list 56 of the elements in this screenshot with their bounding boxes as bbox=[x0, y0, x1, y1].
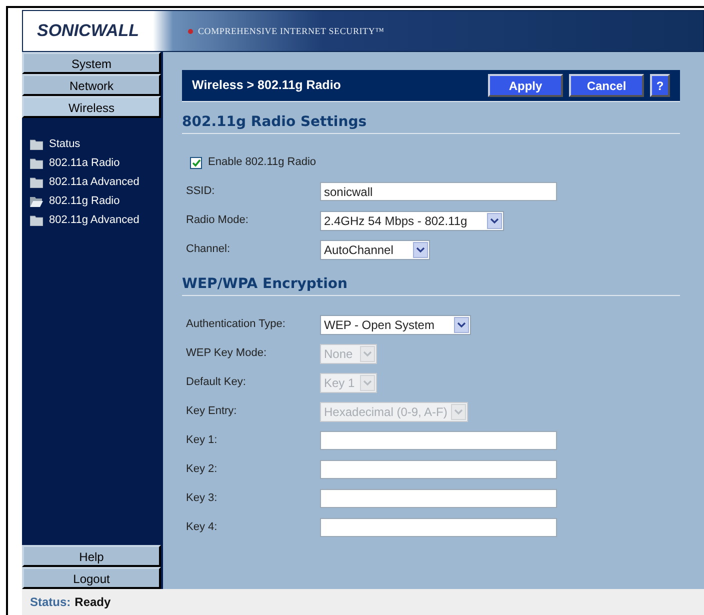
dropdown[interactable]: 2.4GHz 54 Mbps - 802.11g bbox=[320, 210, 504, 230]
dropdown: Key 1 bbox=[320, 372, 377, 392]
menu-button[interactable]: Logout bbox=[22, 567, 161, 589]
caret-icon bbox=[413, 242, 428, 258]
folder-icon bbox=[30, 176, 43, 188]
menu-button[interactable]: System bbox=[22, 52, 161, 74]
section-heading: 802.11g Radio Settings bbox=[182, 102, 680, 134]
dropdown: Hexadecimal (0-9, A-F) bbox=[320, 402, 468, 422]
field-label: Channel: bbox=[186, 242, 232, 258]
open-folder-icon bbox=[30, 196, 43, 206]
caret-icon bbox=[360, 346, 375, 362]
menu-button[interactable]: Wireless bbox=[22, 96, 161, 118]
checkbox-label: Enable 802.11g Radio bbox=[208, 155, 316, 170]
logo: SONICWALL bbox=[36, 21, 140, 41]
field-label: Key 2: bbox=[186, 462, 218, 478]
field-label: Authentication Type: bbox=[186, 317, 286, 332]
help-button[interactable]: ? bbox=[650, 74, 670, 97]
folder-icon bbox=[30, 158, 43, 168]
section-heading: WEP/WPA Encryption bbox=[182, 264, 680, 296]
bullet-icon bbox=[188, 28, 193, 34]
tagline: COMPREHENSIVE INTERNET SECURITY™ bbox=[188, 26, 384, 36]
dropdown[interactable]: WEP - Open System bbox=[320, 314, 472, 334]
folder-icon bbox=[30, 138, 43, 150]
tree-item[interactable]: 802.11g Advanced bbox=[30, 212, 163, 228]
field-label: WEP Key Mode: bbox=[186, 346, 268, 362]
action-button[interactable]: Apply bbox=[488, 74, 563, 97]
tree-item[interactable]: 802.11a Radio bbox=[30, 155, 163, 171]
menu-button[interactable]: Network bbox=[22, 74, 161, 96]
input-field[interactable] bbox=[320, 518, 557, 537]
tree-item[interactable]: 802.11g Radio bbox=[30, 193, 163, 209]
field-label: Key 4: bbox=[186, 520, 218, 536]
field-label: Default Key: bbox=[186, 375, 247, 390]
dropdown: None bbox=[320, 344, 377, 364]
caret-icon bbox=[487, 212, 502, 228]
dropdown[interactable]: AutoChannel bbox=[320, 240, 430, 260]
caret-icon bbox=[451, 404, 466, 420]
field-label: Radio Mode: bbox=[186, 213, 250, 228]
input-field[interactable] bbox=[320, 431, 557, 450]
field-label: Key Entry: bbox=[186, 404, 238, 420]
action-button[interactable]: Cancel bbox=[569, 74, 644, 97]
caret-icon bbox=[360, 374, 375, 390]
field-label: Key 3: bbox=[186, 491, 218, 506]
page-title: Wireless > 802.11g Radio bbox=[192, 77, 342, 94]
menu-button[interactable]: Help bbox=[22, 545, 161, 567]
folder-icon bbox=[30, 214, 43, 226]
input-field[interactable] bbox=[320, 489, 557, 508]
input-field[interactable]: sonicwall bbox=[320, 182, 557, 201]
tree-item[interactable]: 802.11a Advanced bbox=[30, 174, 163, 190]
input-field[interactable] bbox=[320, 460, 557, 479]
caret-icon bbox=[454, 316, 470, 332]
status-value: Ready bbox=[74, 594, 111, 611]
field-label: Key 1: bbox=[186, 433, 218, 448]
field-label: SSID: bbox=[186, 184, 216, 200]
tree-item[interactable]: Status bbox=[30, 136, 163, 152]
status-label: Status: bbox=[30, 594, 71, 611]
checkbox[interactable] bbox=[190, 156, 202, 168]
